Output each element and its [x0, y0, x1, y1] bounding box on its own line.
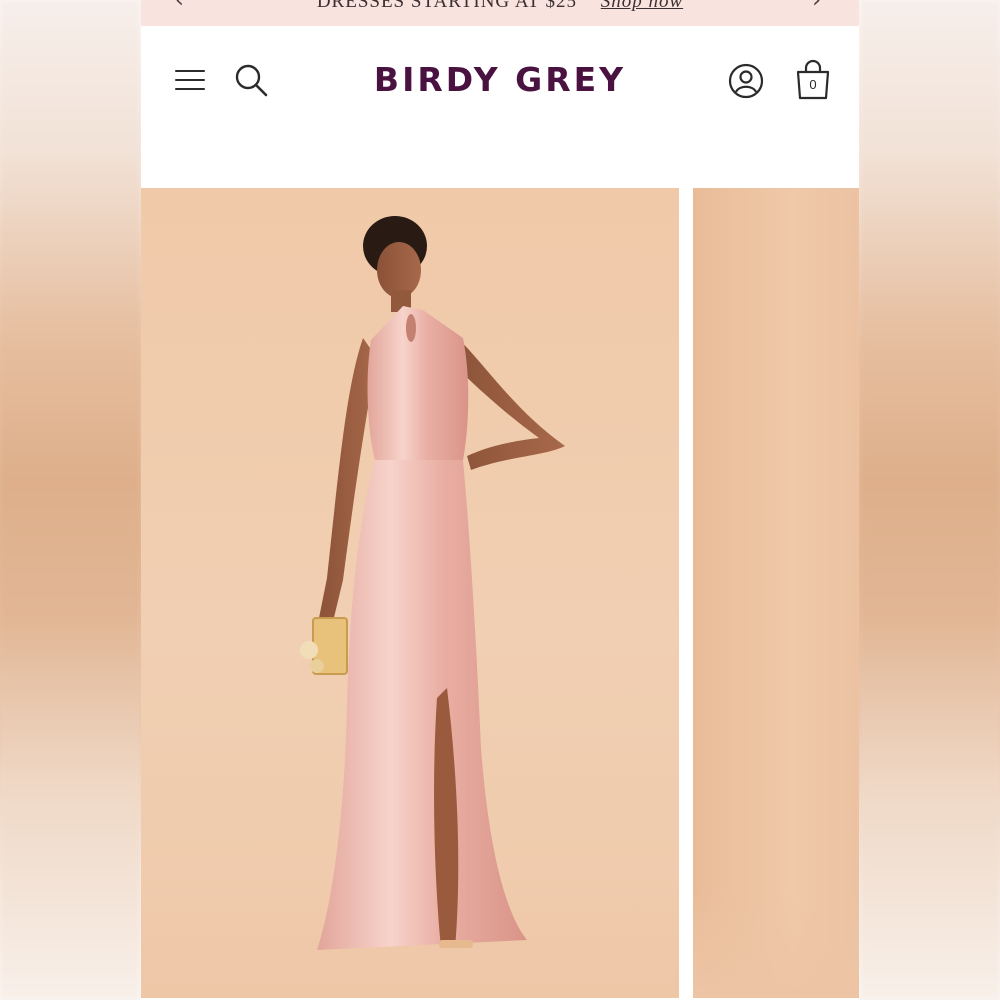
chevron-right-icon[interactable]: ›: [812, 0, 821, 13]
mobile-page: ‹ DRESSES STARTING AT $25 Shop now › BIR…: [141, 0, 859, 1000]
product-image-next[interactable]: [693, 188, 859, 998]
cart-count: 0: [809, 77, 817, 92]
product-image-gallery[interactable]: [141, 188, 859, 1000]
backdrop-floor: [693, 888, 859, 998]
model-in-satin-dress: [300, 216, 565, 950]
product-image-main[interactable]: [141, 188, 679, 998]
shop-now-link[interactable]: Shop now: [601, 0, 683, 12]
shopping-bag-icon[interactable]: 0: [793, 58, 833, 102]
promo-banner: ‹ DRESSES STARTING AT $25 Shop now ›: [141, 0, 859, 26]
promo-text: DRESSES STARTING AT $25: [316, 0, 577, 12]
promo-message: DRESSES STARTING AT $25 Shop now: [141, 0, 859, 13]
background-blur-left: [0, 0, 140, 1000]
account-icon[interactable]: [727, 62, 765, 100]
site-header: BIRDY GREY 0: [141, 26, 859, 136]
background-blur-right: [860, 0, 1000, 1000]
